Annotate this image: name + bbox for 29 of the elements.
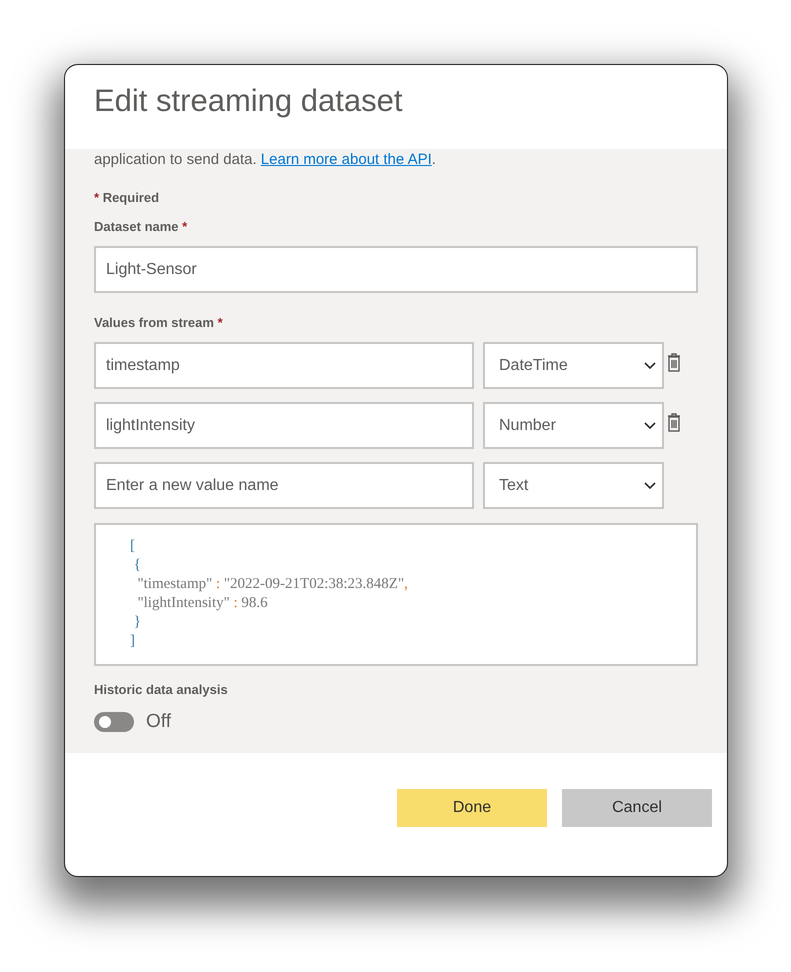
toggle-switch[interactable] [94, 712, 134, 732]
intro-text: application to send data. Learn more about the API. [94, 150, 437, 168]
code-line: } [132, 613, 142, 632]
values-label: Values from stream * [94, 315, 224, 330]
type-dropdown[interactable]: DateTime [483, 342, 664, 389]
required-note: * Required [94, 190, 160, 205]
value-name-field[interactable]: Enter a new value name [94, 462, 474, 509]
code-line: "timestamp" : "2022-09-21T02:38:23.848Z", [136, 575, 409, 594]
historic-label: Historic data analysis [94, 682, 229, 697]
api-link[interactable]: Learn more about the API [260, 151, 432, 168]
code-line: ] [130, 632, 136, 651]
done-button[interactable]: Done [397, 789, 547, 827]
type-dropdown[interactable]: Text [483, 462, 664, 509]
code-line: [ [130, 537, 136, 556]
dataset-name-field[interactable]: Light-Sensor [94, 246, 698, 293]
chevron-icon [644, 362, 656, 370]
toggle-state-text: Off [146, 711, 171, 733]
chevron-icon [644, 422, 656, 430]
code-line: { [132, 556, 142, 575]
chevron-icon [644, 482, 656, 490]
type-dropdown[interactable]: Number [483, 402, 664, 449]
dialog-title: Edit streaming dataset [94, 83, 404, 119]
dataset-name-label: Dataset name * [94, 219, 188, 234]
value-name-field[interactable]: lightIntensity [94, 402, 474, 449]
trash-icon[interactable] [667, 412, 681, 432]
trash-icon[interactable] [667, 352, 681, 372]
value-name-field[interactable]: timestamp [94, 342, 474, 389]
code-line: "lightIntensity" : 98.6 [136, 594, 269, 613]
cancel-button[interactable]: Cancel [562, 789, 712, 827]
